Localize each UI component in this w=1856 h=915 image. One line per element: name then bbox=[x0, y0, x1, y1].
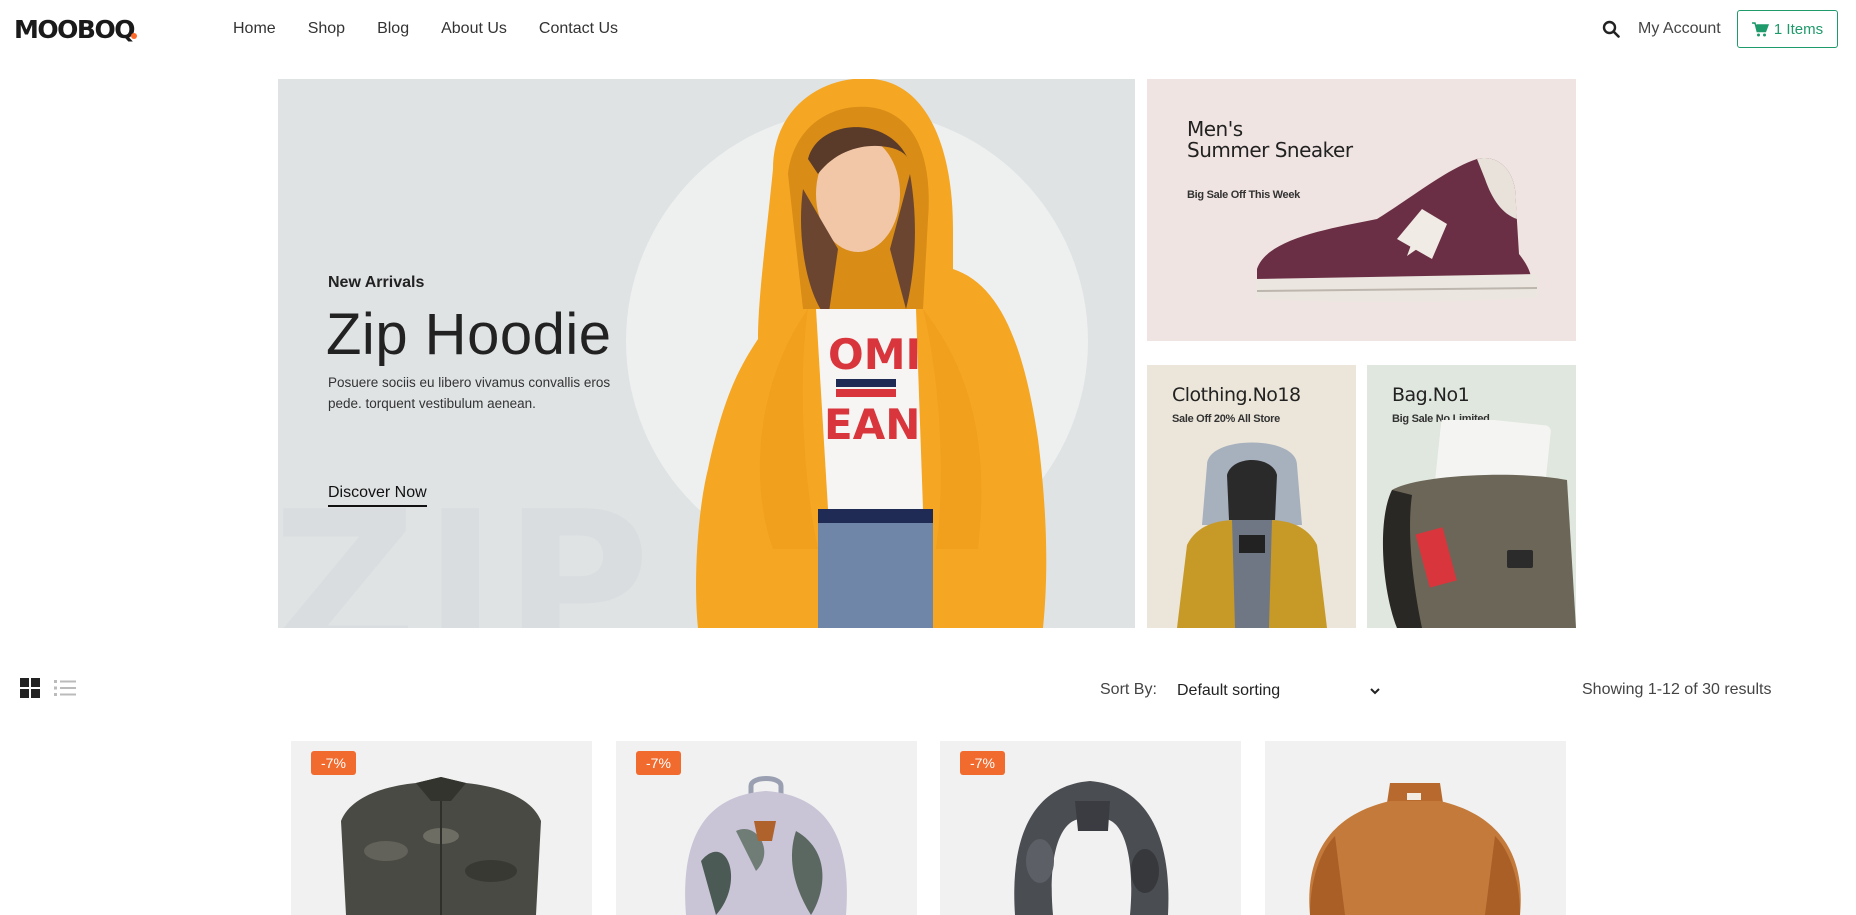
clothing-subtitle: Sale Off 20% All Store bbox=[1172, 413, 1280, 425]
svg-text:OMI: OMI bbox=[828, 330, 921, 379]
hero-eyebrow: New Arrivals bbox=[328, 274, 425, 291]
chevron-down-icon bbox=[1370, 687, 1380, 694]
sneaker-image bbox=[1255, 158, 1539, 303]
discount-badge: -7% bbox=[636, 751, 681, 775]
logo-dot bbox=[130, 33, 137, 39]
clothing-title: Clothing.No18 bbox=[1172, 384, 1301, 406]
bag-title: Bag.No1 bbox=[1392, 384, 1470, 406]
product-card[interactable]: -7% bbox=[940, 741, 1241, 915]
hero-model-image: OMI EAN bbox=[696, 79, 1047, 628]
discount-badge: -7% bbox=[960, 751, 1005, 775]
cart-count: 1 Items bbox=[1773, 20, 1824, 38]
hero-title: Zip Hoodie bbox=[326, 302, 612, 367]
hero-description: Posuere sociis eu libero vivamus convall… bbox=[328, 375, 611, 411]
banner-mens-sneaker[interactable]: Men's Summer Sneaker Big Sale Off This W… bbox=[1147, 79, 1576, 341]
results-count: Showing 1-12 of 30 results bbox=[1582, 681, 1772, 698]
product-card[interactable]: -7% bbox=[616, 741, 917, 915]
cart-icon bbox=[1751, 21, 1769, 36]
cart-button[interactable]: 1 Items bbox=[1737, 10, 1838, 48]
discover-now-button[interactable]: Discover Now bbox=[328, 484, 427, 507]
logo[interactable]: MOOBOQ bbox=[14, 15, 140, 44]
bag-image bbox=[1382, 420, 1576, 628]
product-card[interactable] bbox=[1265, 741, 1566, 915]
search-icon[interactable] bbox=[1602, 20, 1620, 38]
banner-clothing[interactable]: Clothing.No18 Sale Off 20% All Store bbox=[1147, 365, 1356, 628]
hero-banner[interactable]: ZIP H New Arrivals Zip Hoodie Posuere so… bbox=[278, 79, 1135, 628]
my-account-link[interactable]: My Account bbox=[1638, 20, 1721, 38]
discount-badge: -7% bbox=[311, 751, 356, 775]
site-header: MOOBOQ Home Shop Blog About Us Contact U… bbox=[0, 0, 1856, 60]
sort-select[interactable]: Default sorting bbox=[1168, 678, 1392, 704]
sort-by-label: Sort By: bbox=[1100, 681, 1157, 698]
brown-sweater-image bbox=[1309, 783, 1521, 915]
product-card[interactable]: -7% bbox=[291, 741, 592, 915]
banner-bag[interactable]: Bag.No1 Big Sale No Limited bbox=[1367, 365, 1576, 628]
main-nav: Home Shop Blog About Us Contact Us bbox=[233, 20, 618, 38]
grid-view-icon[interactable] bbox=[20, 678, 40, 698]
nav-home[interactable]: Home bbox=[233, 20, 276, 38]
nav-about-us[interactable]: About Us bbox=[441, 20, 507, 38]
nav-shop[interactable]: Shop bbox=[308, 20, 345, 38]
nav-contact-us[interactable]: Contact Us bbox=[539, 20, 618, 38]
nav-blog[interactable]: Blog bbox=[377, 20, 409, 38]
list-view-icon[interactable] bbox=[54, 678, 76, 698]
sort-select-value: Default sorting bbox=[1177, 682, 1281, 699]
sneaker-title-line1: Men's bbox=[1187, 117, 1243, 141]
svg-text:EAN: EAN bbox=[824, 400, 920, 449]
jacket-image bbox=[1177, 442, 1327, 628]
